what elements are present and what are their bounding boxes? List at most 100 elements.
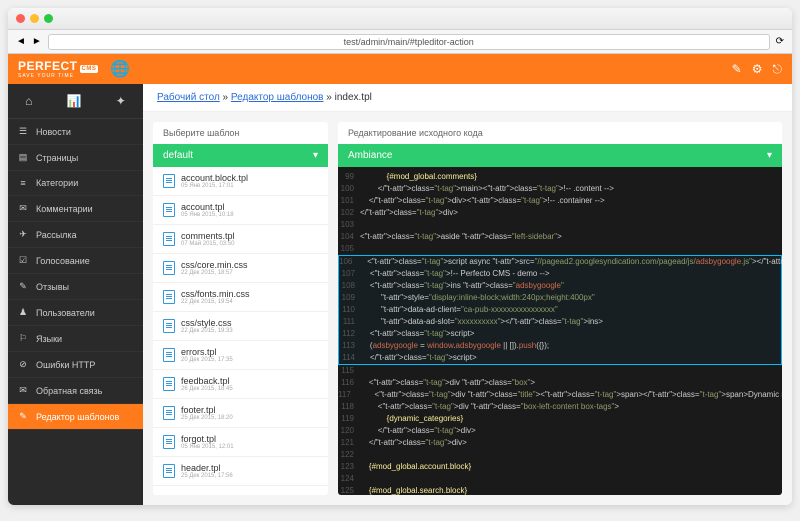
file-icon — [163, 406, 175, 420]
sidebar-icon: ≡ — [18, 178, 28, 188]
file-name: feedback.tpl — [181, 376, 233, 386]
line-number: 122 — [338, 449, 360, 461]
app-header: PERFECTCMS SAVE YOUR TIME 🌐 ✎ ⚙ ⎋ — [8, 54, 792, 84]
code-line: "t-attr">data-ad-client="ca-pub-xxxxxxxx… — [361, 304, 781, 316]
logout-icon[interactable]: ⎋ — [773, 62, 783, 77]
code-line: </"t-attr">class="t-tag">div> — [360, 425, 782, 437]
puzzle-icon[interactable]: ✦ — [116, 94, 126, 108]
code-line: </"t-attr">class="t-tag">div> — [360, 437, 782, 449]
code-line: {#mod_global.search.block} — [360, 485, 782, 495]
line-number: 101 — [338, 195, 360, 207]
close-icon[interactable] — [16, 14, 25, 23]
file-icon — [163, 377, 175, 391]
file-date: 25 Дек 2015, 18:20 — [181, 415, 233, 421]
file-date: 22 Дек 2015, 19:54 — [181, 299, 250, 305]
file-date: 22 Дек 2015, 19:33 — [181, 328, 233, 334]
file-item[interactable]: css/core.min.css22 Дек 2015, 18:57 — [153, 254, 328, 283]
file-icon — [163, 203, 175, 217]
sidebar-item[interactable]: ✎Редактор шаблонов — [8, 404, 143, 430]
chevron-down-icon: ▾ — [313, 150, 318, 161]
file-icon — [163, 348, 175, 362]
sidebar-label: Рассылка — [36, 230, 77, 240]
line-number: 116 — [338, 377, 360, 389]
sidebar-item[interactable]: ▤ Страницы — [8, 145, 143, 171]
minimize-icon[interactable] — [30, 14, 39, 23]
sidebar-item[interactable]: ✉Обратная связь — [8, 378, 143, 404]
sidebar-icon: ⚐ — [18, 333, 28, 344]
file-item[interactable]: forgot.tpl05 Янв 2015, 12:01 — [153, 428, 328, 457]
code-line — [360, 219, 782, 231]
breadcrumb-editor[interactable]: Редактор шаблонов — [231, 92, 324, 103]
line-number: 106 — [339, 256, 358, 268]
maximize-icon[interactable] — [44, 14, 53, 23]
code-line: "t-attr">style="display:inline-block;wid… — [361, 292, 781, 304]
settings-icon[interactable]: ⚙ — [752, 62, 763, 77]
sidebar-item[interactable]: ♟Пользователи — [8, 300, 143, 326]
edit-icon[interactable]: ✎ — [732, 62, 742, 77]
sidebar-item[interactable]: ≡Категории — [8, 171, 143, 196]
sidebar-icon: ✎ — [18, 281, 28, 292]
stats-icon[interactable]: 📊 — [67, 94, 82, 108]
code-line — [360, 449, 782, 461]
code-line: <"t-attr">class="t-tag">script> — [361, 328, 781, 340]
sidebar-top: ⌂ 📊 ✦ — [8, 84, 143, 119]
panel-right-title: Редактирование исходного кода — [338, 122, 782, 144]
sidebar-item[interactable]: ⊘Ошибки HTTP — [8, 352, 143, 378]
line-number: 99 — [338, 171, 360, 183]
forward-icon[interactable]: ► — [32, 36, 42, 47]
line-number: 115 — [338, 365, 360, 377]
home-icon[interactable]: ⌂ — [25, 94, 32, 108]
sidebar-icon: ☑ — [18, 255, 28, 266]
code-line: <"t-attr">class="t-tag">!-- Perfecto CMS… — [361, 268, 781, 280]
code-line — [360, 365, 782, 377]
sidebar-label: Отзывы — [36, 282, 69, 292]
template-select[interactable]: default▾ — [153, 144, 328, 167]
breadcrumb-home[interactable]: Рабочий стол — [157, 92, 220, 103]
sidebar-icon: ▤ — [18, 152, 28, 163]
file-icon — [163, 464, 175, 478]
sidebar-item[interactable]: ☰Новости — [8, 119, 143, 145]
file-date: 26 Дек 2015, 18:45 — [181, 386, 233, 392]
line-number: 110 — [339, 304, 361, 316]
file-icon — [163, 290, 175, 304]
file-date: 07 Май 2015, 03:50 — [181, 241, 235, 247]
line-number: 111 — [339, 316, 361, 328]
file-item[interactable]: feedback.tpl26 Дек 2015, 18:45 — [153, 370, 328, 399]
code-line — [360, 243, 782, 255]
globe-icon[interactable]: 🌐 — [110, 59, 130, 79]
file-item[interactable]: account.block.tpl05 Янв 2015, 17:01 — [153, 167, 328, 196]
sidebar-label: Страницы — [36, 153, 78, 163]
line-number: 109 — [339, 292, 361, 304]
file-item[interactable]: comments.tpl07 Май 2015, 03:50 — [153, 225, 328, 254]
line-number: 108 — [339, 280, 361, 292]
sidebar-icon: ☰ — [18, 126, 28, 137]
line-number: 105 — [338, 243, 360, 255]
sidebar-item[interactable]: ⚐Языки — [8, 326, 143, 352]
sidebar-item[interactable]: ✉Комментарии — [8, 196, 143, 222]
code-line: {dynamic_categories} — [360, 413, 782, 425]
code-line: (adsbygoogle = window.adsbygoogle || [])… — [361, 340, 781, 352]
line-number: 102 — [338, 207, 360, 219]
line-number: 100 — [338, 183, 360, 195]
browser-window: ◄ ► test/admin/main/#tpleditor-action ⟳ … — [8, 8, 792, 505]
sidebar-item[interactable]: ✈Рассылка — [8, 222, 143, 248]
sidebar: ⌂ 📊 ✦ ☰Новости ▤ Страницы ≡Категории✉Коммен… — [8, 84, 143, 505]
back-icon[interactable]: ◄ — [16, 36, 26, 47]
code-editor[interactable]: 99 {#mod_global.comments}100 </"t-attr">… — [338, 167, 782, 495]
file-item[interactable]: css/fonts.min.css22 Дек 2015, 19:54 — [153, 283, 328, 312]
file-item[interactable]: errors.tpl20 Дек 2015, 17:35 — [153, 341, 328, 370]
sidebar-icon: ✎ — [18, 411, 28, 422]
file-icon — [163, 174, 175, 188]
reload-icon[interactable]: ⟳ — [776, 36, 784, 47]
file-item[interactable]: footer.tpl25 Дек 2015, 18:20 — [153, 399, 328, 428]
logo-suffix: CMS — [80, 65, 99, 73]
content: Рабочий стол » Редактор шаблонов » index… — [143, 84, 792, 505]
theme-select[interactable]: Ambiance▾ — [338, 144, 782, 167]
file-item[interactable]: account.tpl05 Янв 2015, 10:18 — [153, 196, 328, 225]
file-icon — [163, 319, 175, 333]
url-field[interactable]: test/admin/main/#tpleditor-action — [48, 34, 770, 50]
sidebar-item[interactable]: ☑Голосование — [8, 248, 143, 274]
file-item[interactable]: header.tpl25 Дек 2015, 17:56 — [153, 457, 328, 486]
file-item[interactable]: css/style.css22 Дек 2015, 19:33 — [153, 312, 328, 341]
sidebar-item[interactable]: ✎ Отзывы — [8, 274, 143, 300]
